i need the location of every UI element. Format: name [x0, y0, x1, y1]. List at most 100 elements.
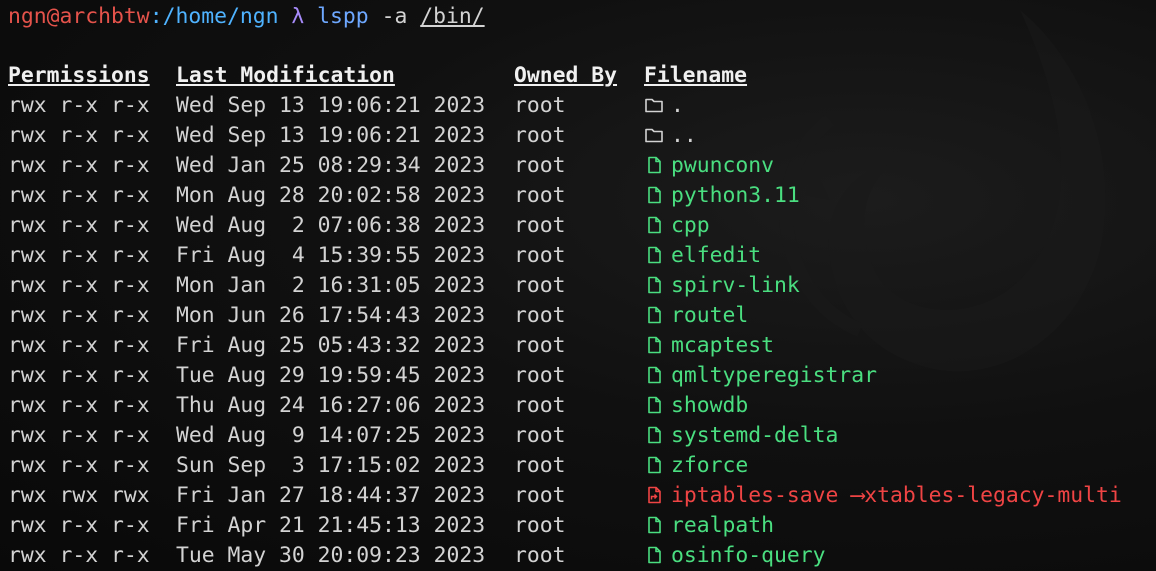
symlink-target: xtables-legacy-multi	[864, 483, 1122, 508]
row-last-modification: Wed Sep 13 19:06:21 2023	[176, 93, 486, 118]
row-permissions: rwx r-x r-x	[8, 243, 150, 268]
row-permissions: rwx r-x r-x	[8, 363, 150, 388]
file-icon	[644, 274, 664, 294]
row-filename: zforce	[671, 453, 749, 478]
table-row: rwx r-x r-x Thu Aug 24 16:27:06 2023 root s…	[8, 391, 1156, 421]
file-icon	[644, 154, 664, 174]
file-icon	[644, 184, 664, 204]
row-last-modification: Mon Aug 28 20:02:58 2023	[176, 183, 486, 208]
row-permissions: rwx r-x r-x	[8, 303, 150, 328]
row-filename: showdb	[671, 393, 749, 418]
row-filename-cell: showdb	[644, 391, 748, 421]
row-owner: root	[514, 303, 566, 328]
row-filename: routel	[671, 303, 749, 328]
file-icon	[644, 244, 664, 264]
row-last-modification: Thu Aug 24 16:27:06 2023	[176, 393, 486, 418]
row-last-modification: Wed Jan 25 08:29:34 2023	[176, 153, 486, 178]
header-permissions: Permissions	[8, 63, 150, 88]
row-filename: realpath	[671, 513, 775, 538]
row-filename-cell: elfedit	[644, 241, 761, 271]
file-icon	[644, 364, 664, 384]
row-filename: cpp	[671, 213, 710, 238]
header-last-modification: Last Modification	[176, 63, 395, 88]
row-owner: root	[514, 543, 566, 568]
row-owner: root	[514, 183, 566, 208]
row-last-modification: Tue May 30 20:09:23 2023	[176, 543, 486, 568]
table-row: rwx r-x r-x Mon Aug 28 20:02:58 2023 root p…	[8, 181, 1156, 211]
row-filename-cell: .	[644, 91, 684, 121]
row-owner: root	[514, 243, 566, 268]
row-owner: root	[514, 423, 566, 448]
folder-icon	[644, 94, 664, 114]
row-permissions: rwx r-x r-x	[8, 333, 150, 358]
row-permissions: rwx r-x r-x	[8, 153, 150, 178]
table-row: rwx r-x r-x Wed Aug 9 14:07:25 2023 root sy…	[8, 421, 1156, 451]
row-permissions: rwx r-x r-x	[8, 213, 150, 238]
table-row: rwx r-x r-x Tue May 30 20:09:23 2023 root o…	[8, 541, 1156, 571]
row-filename-cell: qmltyperegistrar	[644, 361, 877, 391]
row-filename-cell: systemd-delta	[644, 421, 838, 451]
row-owner: root	[514, 213, 566, 238]
row-permissions: rwx r-x r-x	[8, 123, 150, 148]
row-filename: .	[671, 93, 684, 118]
row-last-modification: Fri Aug 4 15:39:55 2023	[176, 243, 486, 268]
row-owner: root	[514, 393, 566, 418]
row-permissions: rwx r-x r-x	[8, 453, 150, 478]
row-filename-cell: spirv-link	[644, 271, 800, 301]
symlink-file-icon	[644, 484, 664, 504]
row-filename-cell: pwunconv	[644, 151, 774, 181]
folder-icon	[644, 124, 664, 144]
row-owner: root	[514, 333, 566, 358]
file-icon	[644, 424, 664, 444]
row-filename: elfedit	[671, 243, 762, 268]
row-last-modification: Mon Jun 26 17:54:43 2023	[176, 303, 486, 328]
row-permissions: rwx r-x r-x	[8, 273, 150, 298]
row-owner: root	[514, 153, 566, 178]
symlink-arrow-icon: ⟶	[838, 483, 865, 508]
header-owned-by: Owned By	[514, 63, 618, 88]
table-row: rwx r-x r-x Sun Sep 3 17:15:02 2023 root zf…	[8, 451, 1156, 481]
command-flag: -a	[381, 4, 408, 29]
row-last-modification: Wed Aug 2 07:06:38 2023	[176, 213, 486, 238]
prompt-lambda: λ	[291, 4, 305, 29]
file-icon	[644, 544, 664, 564]
row-filename-cell: osinfo-query	[644, 541, 826, 571]
row-owner: root	[514, 363, 566, 388]
file-icon	[644, 394, 664, 414]
table-row: rwx r-x r-x Wed Sep 13 19:06:21 2023 root.…	[8, 121, 1156, 151]
row-filename: python3.11	[671, 183, 800, 208]
table-row: rwx r-x r-x Fri Apr 21 21:45:13 2023 root r…	[8, 511, 1156, 541]
row-owner: root	[514, 483, 566, 508]
row-filename-cell: routel	[644, 301, 748, 331]
row-last-modification: Mon Jan 2 16:31:05 2023	[176, 273, 486, 298]
row-filename: systemd-delta	[671, 423, 839, 448]
row-filename-cell: realpath	[644, 511, 774, 541]
row-owner: root	[514, 123, 566, 148]
row-filename-cell: python3.11	[644, 181, 800, 211]
prompt-user: ngn	[8, 4, 47, 29]
file-icon	[644, 454, 664, 474]
row-filename-cell: iptables-save ⟶xtables-legacy-multi	[644, 481, 1122, 511]
row-permissions: rwx r-x r-x	[8, 543, 150, 568]
row-last-modification: Tue Aug 29 19:59:45 2023	[176, 363, 486, 388]
table-row: rwx r-x r-x Mon Jun 26 17:54:43 2023 root r…	[8, 301, 1156, 331]
command-name: lspp	[317, 4, 369, 29]
prompt-path: /home/ngn	[162, 4, 279, 29]
row-filename-cell: zforce	[644, 451, 748, 481]
row-filename-cell: ..	[644, 121, 697, 151]
file-icon	[644, 334, 664, 354]
header-filename: Filename	[644, 63, 748, 88]
table-row: rwx r-x r-x Fri Aug 4 15:39:55 2023 root el…	[8, 241, 1156, 271]
table-row: rwx r-x r-x Wed Aug 2 07:06:38 2023 root cp…	[8, 211, 1156, 241]
table-row: rwx r-x r-x Wed Jan 25 08:29:34 2023 root p…	[8, 151, 1156, 181]
row-permissions: rwx r-x r-x	[8, 423, 150, 448]
row-owner: root	[514, 453, 566, 478]
row-owner: root	[514, 273, 566, 298]
row-filename: mcaptest	[671, 333, 775, 358]
table-row: rwx r-x r-x Wed Sep 13 19:06:21 2023 root.	[8, 91, 1156, 121]
row-filename-cell: cpp	[644, 211, 710, 241]
terminal-output: ngn@archbtw:/home/ngn λ lspp -a /bin/ Pe…	[8, 0, 1156, 571]
table-row: rwx rwx rwx Fri Jan 27 18:44:37 2023 root i…	[8, 481, 1156, 511]
prompt-colon: :	[149, 4, 163, 29]
row-filename: ..	[671, 123, 697, 148]
